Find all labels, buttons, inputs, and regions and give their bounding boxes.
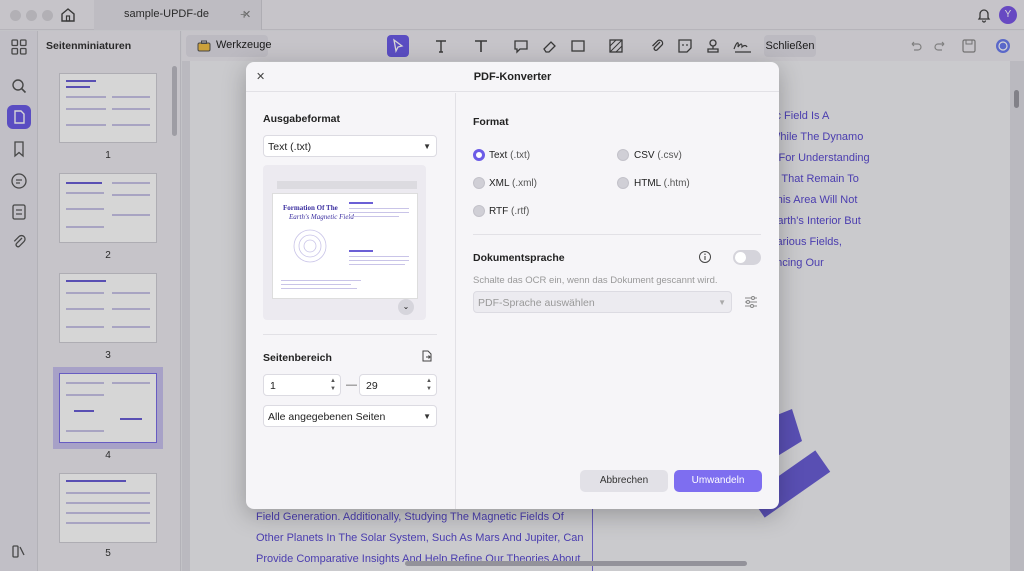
ocr-hint: Schalte das OCR ein, wenn das Dokument g… (473, 275, 718, 286)
radio-html[interactable] (617, 177, 629, 189)
language-label: Dokumentsprache (473, 252, 565, 264)
format-text-label: Text (.txt) (489, 150, 531, 161)
preview-diagram (293, 229, 327, 263)
range-from-stepper[interactable]: 1 ▲ ▼ (263, 374, 341, 396)
format-csv-label: CSV (.csv) (634, 150, 682, 161)
chevron-down-icon: ▼ (423, 412, 431, 421)
radio-rtf[interactable] (473, 205, 485, 217)
convert-button[interactable]: Umwandeln (674, 470, 762, 492)
radio-csv[interactable] (617, 149, 629, 161)
output-format-select[interactable]: Text (.txt) ▼ (263, 135, 437, 157)
format-html-label: HTML (.htm) (634, 178, 690, 189)
dialog-title: PDF-Konverter (473, 71, 552, 83)
stepper-arrows-icon[interactable]: ▲ ▼ (426, 377, 432, 393)
language-select-placeholder: PDF-Sprache auswählen (478, 297, 595, 309)
language-select[interactable]: PDF-Sprache auswählen ▼ (473, 291, 732, 313)
format-preview: Formation Of The Earth's Magnetic Field (263, 165, 426, 320)
stepper-arrows-icon[interactable]: ▲ ▼ (330, 377, 336, 393)
range-from-value: 1 (270, 380, 276, 392)
preview-expand-button[interactable]: ⌄ (398, 299, 414, 315)
format-xml-label: XML (.xml) (489, 178, 537, 189)
radio-text[interactable] (473, 149, 485, 161)
settings-sliders-icon[interactable] (743, 294, 759, 310)
pdf-converter-dialog: ✕ PDF-Konverter Ausgabeformat Text (.txt… (246, 62, 779, 509)
chevron-down-icon: ▼ (718, 298, 726, 307)
cancel-button[interactable]: Abbrechen (580, 470, 668, 492)
ocr-toggle[interactable] (733, 250, 761, 265)
range-separator: — (346, 379, 357, 391)
left-divider (263, 334, 437, 335)
format-rtf-label: RTF (.rtf) (489, 206, 530, 217)
range-to-value: 29 (366, 380, 378, 392)
page-range-icon[interactable] (420, 349, 434, 363)
preview-subtitle: Earth's Magnetic Field (289, 213, 354, 221)
chevron-down-icon: ▼ (423, 142, 431, 151)
page-range-label: Seitenbereich (263, 352, 332, 364)
pages-select[interactable]: Alle angegebenen Seiten ▼ (263, 405, 437, 427)
pages-select-value: Alle angegebenen Seiten (268, 411, 386, 423)
dialog-header: ✕ PDF-Konverter (246, 62, 779, 92)
preview-page: Formation Of The Earth's Magnetic Field (272, 193, 418, 299)
output-format-label: Ausgabeformat (263, 113, 341, 125)
info-icon[interactable] (698, 250, 712, 264)
range-to-stepper[interactable]: 29 ▲ ▼ (359, 374, 437, 396)
preview-title: Formation Of The (283, 204, 338, 212)
output-format-value: Text (.txt) (268, 141, 312, 153)
right-divider (473, 234, 761, 235)
format-label: Format (473, 116, 509, 128)
radio-xml[interactable] (473, 177, 485, 189)
